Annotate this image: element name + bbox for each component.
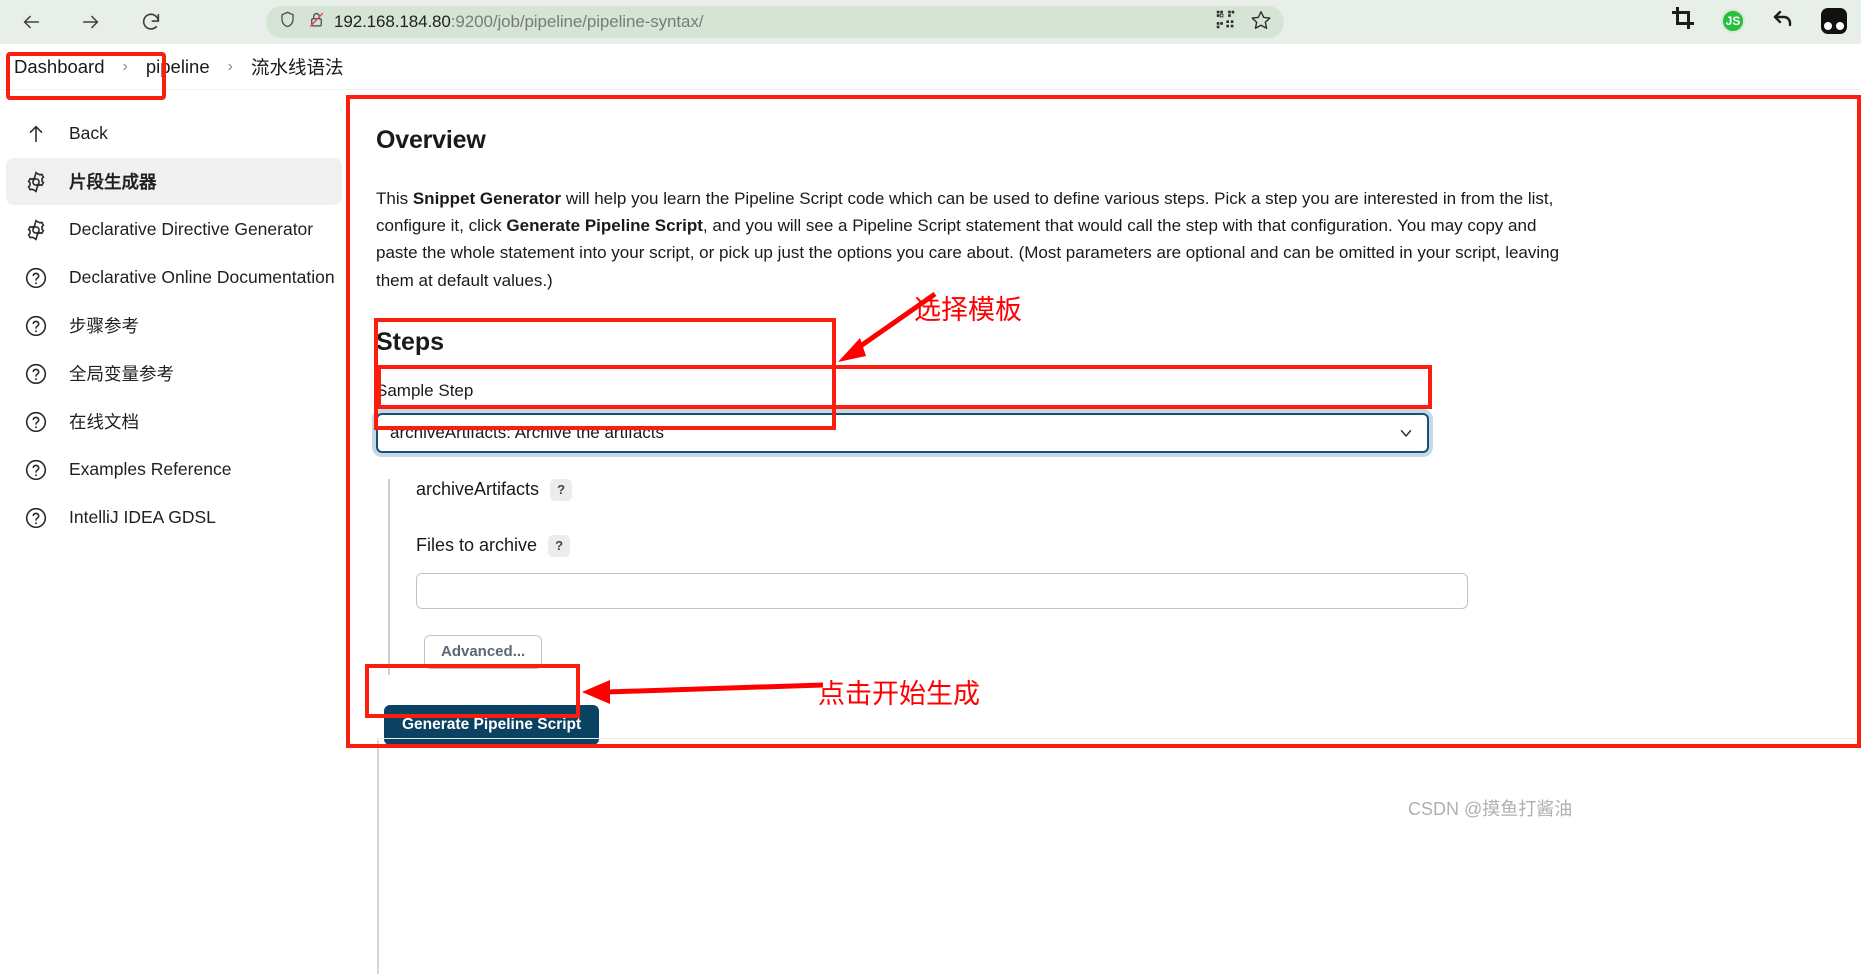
breadcrumb-separator: › (227, 57, 233, 75)
browser-nav-buttons (16, 7, 166, 37)
profile-avatar-icon[interactable] (1821, 7, 1847, 34)
url-text: 192.168.184.80:9200/job/pipeline/pipelin… (334, 12, 704, 32)
sidebar-item-intellij-idea-gdsl[interactable]: IntelliJ IDEA GDSL (6, 494, 342, 541)
help-circle-icon (22, 264, 49, 291)
up-arrow-icon (22, 120, 49, 147)
sidebar-item-examples-reference[interactable]: Examples Reference (6, 446, 342, 493)
steps-heading: Steps (376, 327, 445, 356)
breadcrumb-item-pipeline[interactable]: pipeline (138, 56, 218, 78)
star-bookmark-icon[interactable] (1250, 9, 1272, 36)
main-panel: Overview This Snippet Generator will hel… (348, 96, 1861, 974)
sidebar-item-declarative-directive-generator[interactable]: Declarative Directive Generator (6, 206, 342, 253)
sidebar-item-label: Back (69, 123, 108, 143)
vertical-rule (377, 740, 379, 974)
sample-step-select[interactable]: archiveArtifacts: Archive the artifacts (376, 412, 1429, 453)
sidebar-item-label: 全局变量参考 (69, 364, 174, 384)
insecure-lock-icon[interactable] (307, 10, 326, 34)
crop-capture-icon[interactable] (1671, 6, 1695, 35)
overview-paragraph: This Snippet Generator will help you lea… (376, 185, 1581, 294)
breadcrumb-item-dashboard[interactable]: Dashboard (6, 56, 113, 78)
sidebar-item-label: Declarative Online Documentation (69, 267, 335, 287)
breadcrumb-separator: › (122, 57, 128, 75)
sample-step-select-wrapper: archiveArtifacts: Archive the artifacts (376, 412, 1429, 453)
browser-extensions: JS (1671, 6, 1847, 35)
overview-text-1: This (376, 189, 413, 208)
archive-artifacts-form: archiveArtifacts ? Files to archive ? Ad… (388, 478, 1861, 675)
main-content: Overview This Snippet Generator will hel… (348, 96, 1861, 745)
browser-toolbar: 192.168.184.80:9200/job/pipeline/pipelin… (0, 0, 1861, 44)
sidebar-item-label: IntelliJ IDEA GDSL (69, 507, 216, 527)
sidebar-item-back[interactable]: Back (6, 110, 342, 157)
help-circle-icon (22, 408, 49, 435)
overview-heading: Overview (376, 126, 486, 154)
sidebar-item-label: Declarative Directive Generator (69, 219, 314, 239)
sidebar-item-global-variable-reference[interactable]: 全局变量参考 (6, 350, 342, 397)
forward-arrow-icon[interactable] (76, 7, 106, 37)
breadcrumb-item-pipeline-syntax[interactable]: 流水线语法 (243, 54, 352, 80)
sidebar-item-declarative-online-documentation[interactable]: Declarative Online Documentation (6, 254, 342, 301)
sidebar-item-online-docs[interactable]: 在线文档 (6, 398, 342, 445)
shield-icon[interactable] (278, 10, 297, 34)
sidebar-item-label: 步骤参考 (69, 316, 139, 336)
gear-icon (22, 216, 49, 243)
js-extension-badge[interactable]: JS (1721, 8, 1745, 33)
help-circle-icon (22, 360, 49, 387)
overview-bold-1: Snippet Generator (412, 189, 562, 208)
help-icon[interactable]: ? (550, 478, 573, 501)
archive-artifacts-label: archiveArtifacts (416, 479, 540, 500)
files-to-archive-input[interactable] (416, 572, 1468, 609)
content-divider (376, 738, 1861, 739)
help-circle-icon (22, 312, 49, 339)
address-bar-actions (1215, 9, 1272, 36)
help-icon[interactable]: ? (548, 534, 571, 557)
sample-step-label: Sample Step (376, 380, 474, 400)
files-to-archive-row: Files to archive ? (416, 534, 1861, 557)
sidebar-item-label: 片段生成器 (69, 172, 157, 192)
breadcrumb: Dashboard › pipeline › 流水线语法 (0, 44, 1861, 90)
address-bar-icons (278, 10, 326, 34)
qr-code-icon[interactable] (1215, 9, 1236, 35)
advanced-button[interactable]: Advanced... (424, 634, 543, 669)
overview-bold-2: Generate Pipeline Script (506, 216, 703, 236)
undo-arrow-icon[interactable] (1771, 6, 1795, 35)
archive-artifacts-row: archiveArtifacts ? (416, 478, 1861, 501)
gear-icon (22, 168, 49, 195)
back-arrow-icon[interactable] (16, 7, 46, 37)
sidebar-item-label: 在线文档 (69, 412, 139, 432)
url-host: 192.168.184.80 (334, 12, 451, 31)
sidebar-item-label: Examples Reference (69, 459, 232, 479)
files-to-archive-label: Files to archive (416, 535, 538, 556)
address-bar[interactable]: 192.168.184.80:9200/job/pipeline/pipelin… (266, 6, 1284, 38)
sidebar-item-snippet-generator[interactable]: 片段生成器 (6, 158, 342, 205)
files-to-archive-field: Files to archive ? (416, 534, 1861, 609)
sidebar: Back 片段生成器 Declarative Directive Generat… (0, 96, 348, 974)
sidebar-item-step-reference[interactable]: 步骤参考 (6, 302, 342, 349)
help-circle-icon (22, 504, 49, 531)
help-circle-icon (22, 456, 49, 483)
reload-icon[interactable] (136, 7, 166, 37)
url-path: :9200/job/pipeline/pipeline-syntax/ (450, 12, 704, 31)
